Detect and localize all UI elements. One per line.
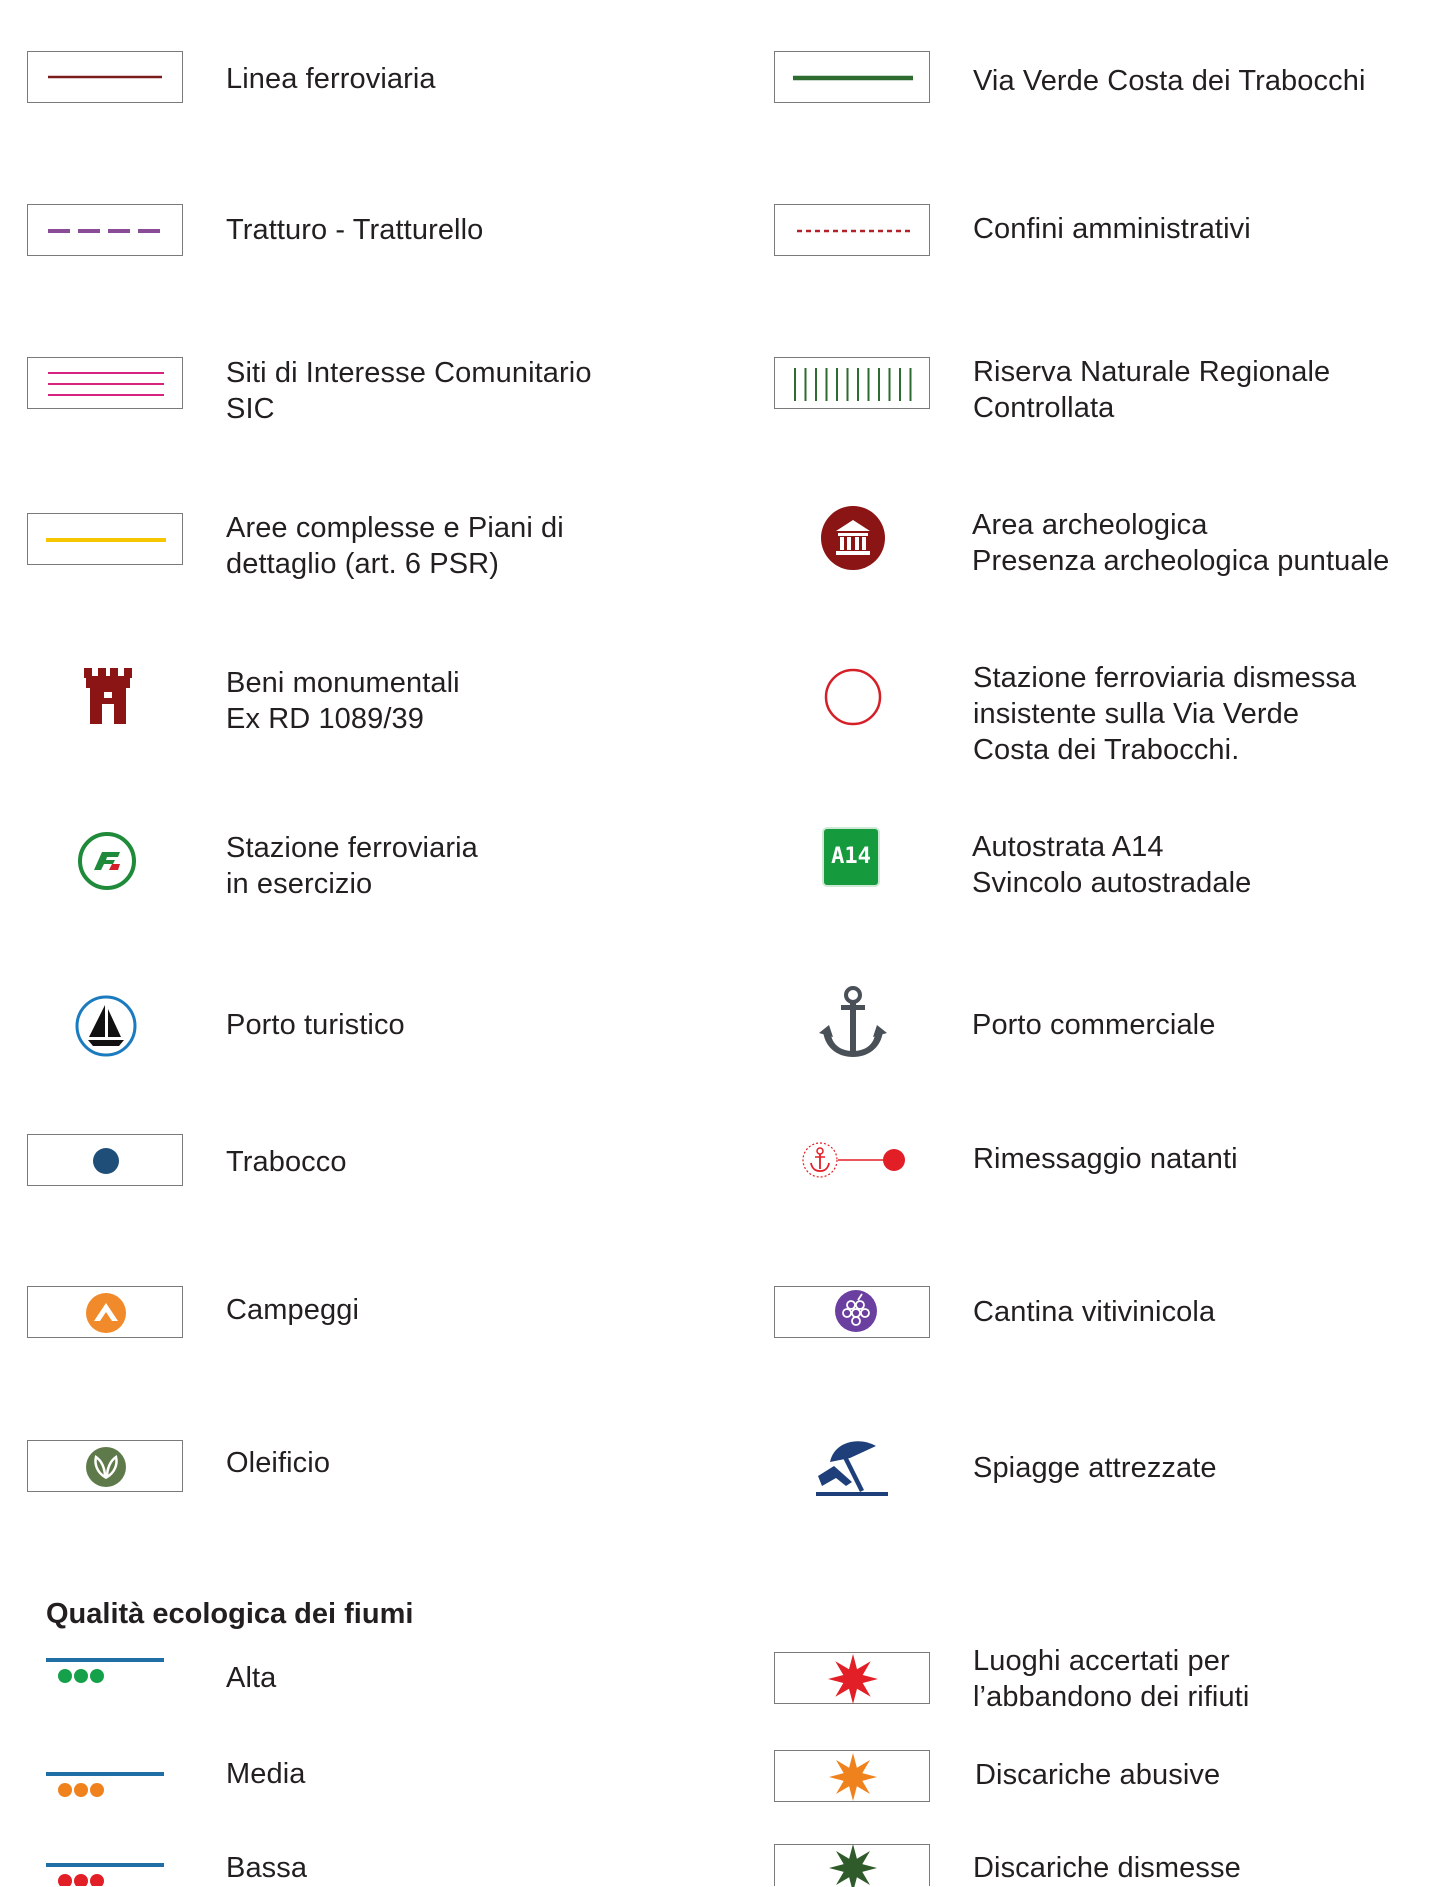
legend-label-autostrada: Autostrata A14 Svincolo autostradale — [972, 831, 1252, 899]
legend-label-dismessa: Stazione ferroviaria dismessa insistente… — [973, 662, 1357, 766]
beach-umbrella-icon — [812, 1432, 892, 1504]
discariche-abusive-symbol — [774, 1750, 930, 1802]
tent-icon — [86, 1293, 126, 1333]
legend-label-trabocco: Trabocco — [226, 1146, 347, 1178]
castle-tower-icon — [70, 660, 146, 736]
temple-icon — [818, 503, 888, 573]
legend-label-sic: Siti di Interesse Comunitario SIC — [226, 357, 592, 425]
orange-star-burst-icon — [829, 1753, 877, 1801]
campeggi-symbol — [27, 1286, 183, 1338]
trabocco-symbol — [27, 1134, 183, 1186]
legend-label-spiagge: Spiagge attrezzate — [973, 1452, 1217, 1484]
river-quality-mid-label: Media — [226, 1758, 306, 1790]
legend-label-riserva: Riserva Naturale Regionale Controllata — [973, 356, 1331, 424]
legend-label-linea: Linea ferroviaria — [226, 63, 436, 95]
yellow-line-icon — [46, 538, 166, 542]
legend-label-rimessaggio: Rimessaggio natanti — [973, 1143, 1238, 1175]
railway-line-icon — [48, 75, 162, 79]
legend-label-aree: Aree complesse e Piani di dettaglio (art… — [226, 512, 564, 580]
red-star-burst-icon — [828, 1654, 878, 1704]
empty-circle-icon — [822, 666, 884, 728]
vertical-hatch-icon — [794, 368, 912, 401]
highway-badge-icon: A14 — [822, 827, 880, 887]
legend-label-tratturo: Tratturo - Tratturello — [226, 214, 484, 246]
star-shape — [828, 1654, 878, 1704]
dot-icon — [93, 1148, 119, 1174]
sailboat-icon — [73, 993, 139, 1059]
dashed-line-icon — [48, 229, 166, 233]
via-verde-symbol — [774, 51, 930, 103]
sic-symbol — [27, 357, 183, 409]
legend-label-rifiuti: Luoghi accertati per l’abbandono dei rif… — [973, 1645, 1250, 1713]
anchor-line-icon — [798, 1140, 908, 1180]
thick-line-icon — [793, 75, 913, 81]
discariche-dismesse-symbol — [774, 1844, 930, 1887]
cantina-symbol — [774, 1286, 930, 1338]
legend-label-porto-commerciale: Porto commerciale — [972, 1009, 1216, 1041]
railway-logo-icon — [76, 830, 138, 892]
star-shape — [829, 1753, 877, 1801]
river-quality-mid-icon — [46, 1766, 166, 1806]
rifiuti-symbol — [774, 1652, 930, 1704]
riserva-symbol — [774, 357, 930, 409]
highway-badge-label: A14 — [822, 827, 880, 887]
legend-label-beni: Beni monumentali Ex RD 1089/39 — [226, 667, 460, 735]
railway-line-symbol — [27, 51, 183, 103]
river-quality-high-icon — [46, 1652, 166, 1692]
star-shape — [829, 1845, 877, 1887]
legend-label-archeo: Area archeologica Presenza archeologica … — [972, 509, 1390, 577]
legend-label-porto-turistico: Porto turistico — [226, 1009, 405, 1041]
leaf-icon — [86, 1447, 126, 1487]
river-quality-low-label: Bassa — [226, 1852, 308, 1884]
anchor-icon — [815, 985, 891, 1065]
legend-label-esercizio: Stazione ferroviaria in esercizio — [226, 832, 478, 900]
triple-line-icon — [48, 372, 164, 396]
grapes-icon — [835, 1290, 877, 1332]
legend-label-cantina: Cantina vitivinicola — [973, 1296, 1216, 1328]
green-star-burst-icon — [829, 1845, 877, 1887]
river-quality-high-label: Alta — [226, 1662, 277, 1694]
confini-symbol — [774, 204, 930, 256]
oleificio-symbol — [27, 1440, 183, 1492]
river-quality-heading: Qualità ecologica dei fiumi — [46, 1598, 414, 1630]
legend-label-discariche-dismesse: Discariche dismesse — [973, 1852, 1241, 1884]
legend-label-campeggi: Campeggi — [226, 1294, 359, 1326]
aree-complesse-symbol — [27, 513, 183, 565]
legend-label-discariche-abusive: Discariche abusive — [975, 1759, 1221, 1791]
river-quality-low-icon — [46, 1857, 166, 1886]
legend-label-via-verde: Via Verde Costa dei Trabocchi — [973, 65, 1366, 97]
tratturo-symbol — [27, 204, 183, 256]
legend-label-oleificio: Oleificio — [226, 1447, 331, 1479]
dotted-line-icon — [797, 229, 911, 233]
legend-label-confini: Confini amministrativi — [973, 213, 1251, 245]
